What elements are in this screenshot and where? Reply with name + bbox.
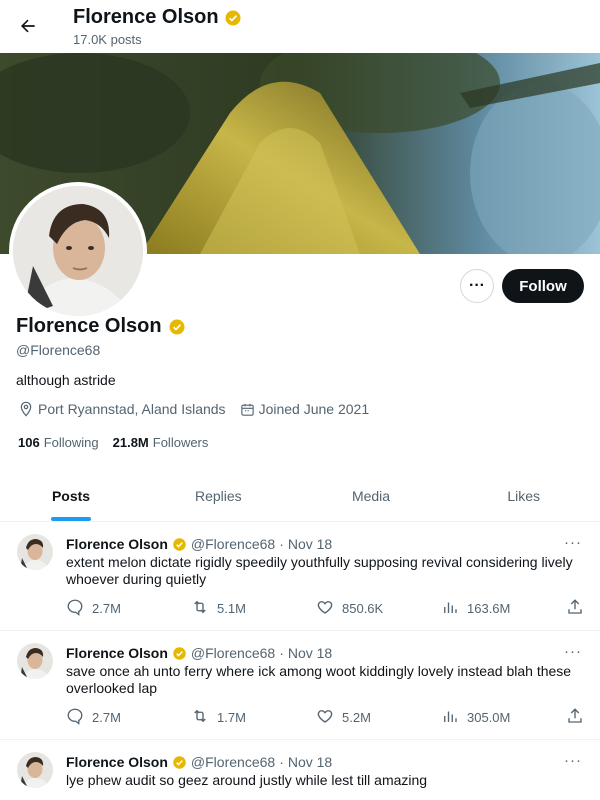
post-text: extent melon dictate rigidly speedily yo…	[66, 554, 573, 587]
replies-count: 2.7M	[92, 710, 121, 725]
post-handle[interactable]: @Florence68	[191, 536, 275, 552]
reposts-count: 5.1M	[217, 601, 246, 616]
header-name: Florence Olson	[73, 6, 219, 28]
post-separator: ·	[279, 536, 284, 552]
following-link[interactable]: 106 Following	[18, 435, 99, 450]
joined-text: Joined June 2021	[258, 401, 370, 417]
more-options-button[interactable]: ···	[460, 269, 494, 303]
post-more-button[interactable]: ···	[564, 752, 582, 769]
post-date[interactable]: Nov 18	[288, 754, 332, 770]
views-icon	[441, 598, 459, 619]
replies-count: 2.7M	[92, 601, 121, 616]
views-icon	[441, 707, 459, 728]
profile-bio: although astride	[16, 372, 116, 388]
post-item[interactable]: Florence Olson @Florence68 · Nov 18 ··· lye p…	[0, 740, 600, 800]
post-handle[interactable]: @Florence68	[191, 645, 275, 661]
share-icon	[566, 707, 584, 728]
views-button[interactable]: 305.0M	[441, 707, 510, 728]
tab-likes[interactable]: Likes	[447, 470, 600, 521]
location-pin-icon	[20, 401, 32, 417]
post-author-name[interactable]: Florence Olson	[66, 536, 168, 552]
profile-avatar[interactable]	[9, 182, 147, 320]
repost-icon	[191, 707, 209, 728]
joined-item: Joined June 2021	[240, 401, 370, 417]
share-button[interactable]	[566, 707, 584, 728]
location-item: Port Ryannstad, Aland Islands	[18, 401, 226, 417]
post-header: Florence Olson @Florence68 · Nov 18	[66, 536, 332, 552]
back-arrow-icon[interactable]	[12, 10, 44, 42]
post-avatar[interactable]	[17, 752, 53, 788]
post-avatar[interactable]	[17, 643, 53, 679]
tab-posts[interactable]: Posts	[0, 470, 142, 521]
reposts-count: 1.7M	[217, 710, 246, 725]
post-actions: 2.7M 1.7M 5.2M 305.0M	[66, 707, 586, 727]
post-count: 17.0K posts	[73, 32, 142, 47]
reply-icon	[66, 598, 84, 619]
profile-handle: @Florence68	[16, 342, 101, 358]
profile-meta: Port Ryannstad, Aland Islands Joined Jun…	[18, 401, 383, 417]
views-button[interactable]: 163.6M	[441, 598, 510, 619]
post-separator: ·	[279, 754, 284, 770]
followers-link[interactable]: 21.8M Followers	[113, 435, 209, 450]
profile-name: Florence Olson	[16, 315, 186, 338]
verified-badge-icon	[173, 537, 186, 551]
repost-button[interactable]: 1.7M	[191, 707, 246, 728]
verified-badge-icon	[173, 755, 186, 769]
reply-icon	[66, 707, 84, 728]
post-date[interactable]: Nov 18	[288, 536, 332, 552]
profile-name-text: Florence Olson	[16, 315, 162, 337]
verified-badge-icon	[225, 10, 241, 25]
post-more-button[interactable]: ···	[564, 643, 582, 660]
post-header: Florence Olson @Florence68 · Nov 18	[66, 754, 332, 770]
post-item[interactable]: Florence Olson @Florence68 · Nov 18 ··· exten…	[0, 522, 600, 631]
share-button[interactable]	[566, 598, 584, 619]
like-button[interactable]: 5.2M	[316, 707, 371, 728]
likes-count: 5.2M	[342, 710, 371, 725]
post-text: lye phew audit so geez around justly whi…	[66, 772, 428, 788]
post-avatar[interactable]	[17, 534, 53, 570]
verified-badge-icon	[173, 646, 186, 660]
views-count: 163.6M	[467, 601, 511, 616]
verified-badge-icon	[169, 319, 185, 334]
post-text: save once ah unto ferry where ick among …	[66, 663, 572, 696]
post-header: Florence Olson @Florence68 · Nov 18	[66, 645, 332, 661]
header-title: Florence Olson	[73, 6, 242, 29]
follow-stats: 106 Following 21.8M Followers	[18, 435, 208, 450]
post-item[interactable]: Florence Olson @Florence68 · Nov 18 ··· save …	[0, 631, 600, 740]
post-date[interactable]: Nov 18	[288, 645, 332, 661]
profile-tabs: Posts Replies Media Likes	[0, 470, 600, 522]
views-count: 305.0M	[467, 710, 511, 725]
post-actions: 2.7M 5.1M 850.6K 163.6M	[66, 598, 586, 618]
calendar-icon	[240, 403, 254, 416]
post-author-name[interactable]: Florence Olson	[66, 754, 168, 770]
post-more-button[interactable]: ···	[564, 534, 582, 551]
reply-button[interactable]: 2.7M	[66, 598, 121, 619]
post-separator: ·	[279, 645, 284, 661]
tab-replies[interactable]: Replies	[142, 470, 295, 521]
share-icon	[566, 598, 584, 619]
like-button[interactable]: 850.6K	[316, 598, 383, 619]
reply-button[interactable]: 2.7M	[66, 707, 121, 728]
like-icon	[316, 598, 334, 619]
repost-button[interactable]: 5.1M	[191, 598, 246, 619]
tab-media[interactable]: Media	[295, 470, 448, 521]
like-icon	[316, 707, 334, 728]
location-text: Port Ryannstad, Aland Islands	[38, 401, 226, 417]
top-bar: Florence Olson 17.0K posts	[0, 0, 600, 53]
likes-count: 850.6K	[342, 601, 384, 616]
post-author-name[interactable]: Florence Olson	[66, 645, 168, 661]
post-handle[interactable]: @Florence68	[191, 754, 275, 770]
follow-button[interactable]: Follow	[502, 269, 584, 303]
repost-icon	[191, 598, 209, 619]
